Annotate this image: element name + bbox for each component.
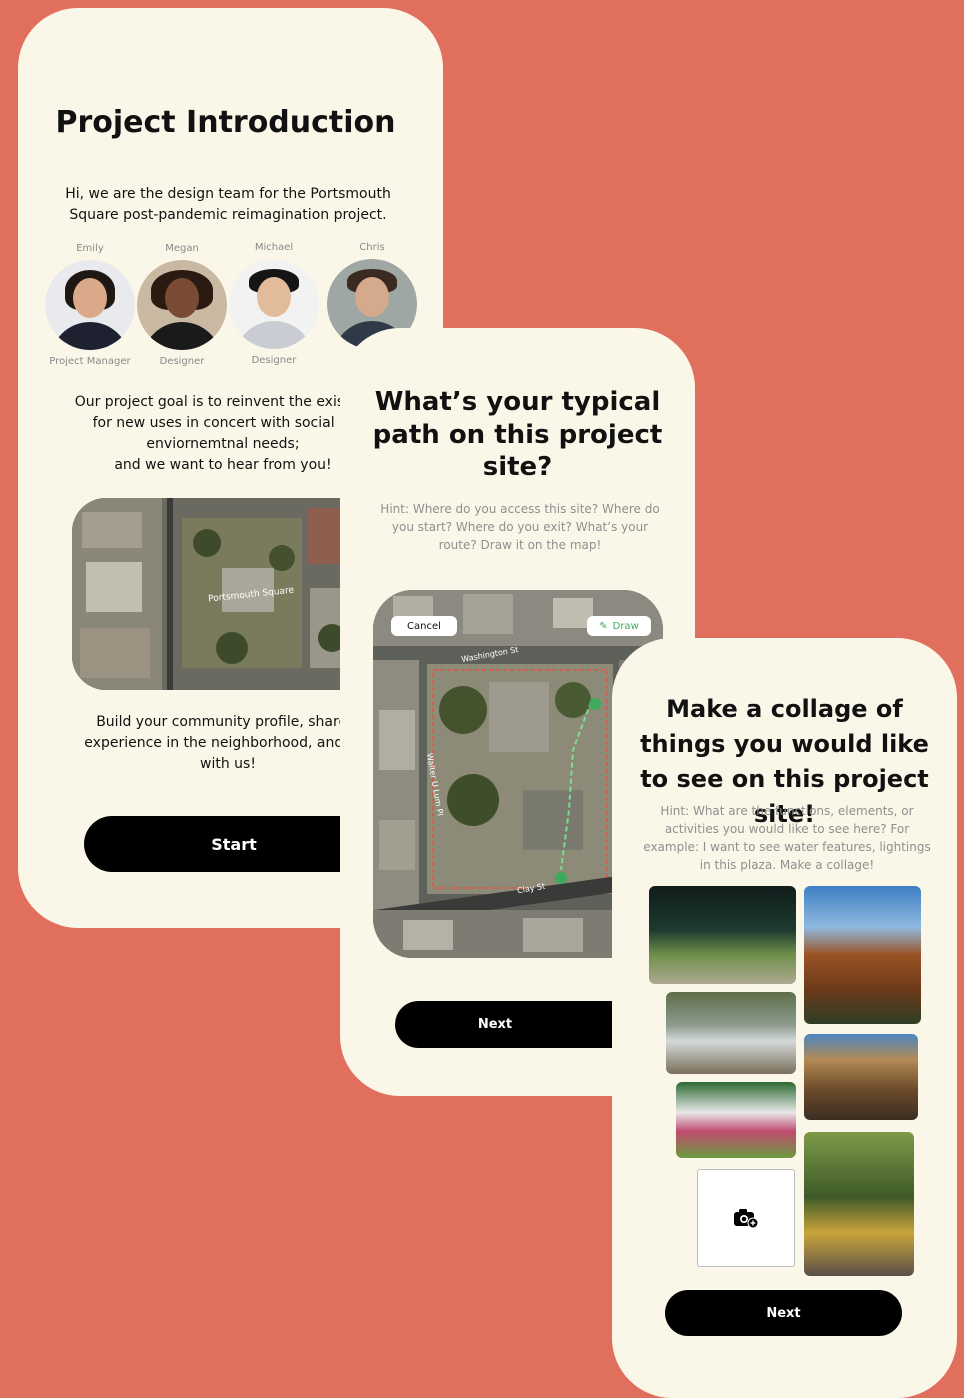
next-label: Next <box>477 1017 513 1032</box>
next-button[interactable]: Next <box>665 1290 902 1336</box>
avatar <box>137 260 227 350</box>
site-aerial-map: Portsmouth Square <box>72 498 382 690</box>
page-title: What’s your typical path on this project… <box>372 387 663 482</box>
intro-text: Hi, we are the design team for the Ports… <box>65 186 391 223</box>
member-name: Megan <box>165 243 199 254</box>
collage-photo[interactable] <box>666 992 796 1074</box>
pencil-icon: ✎ <box>599 620 608 632</box>
member-role: Designer <box>251 355 297 366</box>
member-role: Project Manager <box>49 356 131 367</box>
cancel-button[interactable]: Cancel <box>391 616 457 636</box>
member-name: Chris <box>359 242 385 253</box>
goal-line: enviornemtnal needs; <box>146 436 300 452</box>
avatar <box>229 259 319 349</box>
collage-photo[interactable] <box>676 1082 796 1158</box>
project-goal-text: Our project goal is to reinvent the exis… <box>58 392 388 476</box>
goal-line: for new uses in concert with social ar <box>92 415 354 431</box>
hint-text: Hint: What are the functions, elements, … <box>643 804 931 872</box>
hint-text: Hint: Where do you access this site? Whe… <box>380 502 660 552</box>
draw-button[interactable]: ✎ Draw <box>587 616 651 636</box>
collage-photo[interactable] <box>804 886 921 1024</box>
page-title: Project Introduction <box>55 105 396 140</box>
draw-label: Draw <box>612 620 639 632</box>
collage-photo[interactable] <box>804 1132 914 1276</box>
team-member-megan: Megan Designer <box>136 242 228 367</box>
team-member-michael: Michael Designer <box>228 241 320 366</box>
start-button[interactable]: Start <box>84 816 384 872</box>
camera-add-icon <box>734 1209 759 1229</box>
avatar <box>45 260 135 350</box>
team-member-emily: Emily Project Manager <box>44 242 136 367</box>
add-photo-button[interactable] <box>697 1169 795 1267</box>
member-name: Michael <box>254 242 294 253</box>
member-role: Designer <box>159 356 205 367</box>
goal-line: Our project goal is to reinvent the exis… <box>74 394 372 410</box>
goal-line: and we want to hear from you! <box>114 457 332 473</box>
member-name: Emily <box>76 243 104 254</box>
collage-photo[interactable] <box>649 886 796 984</box>
collage-photo[interactable] <box>804 1034 918 1120</box>
collage-card: Make a collage of things you would like … <box>612 638 957 1398</box>
